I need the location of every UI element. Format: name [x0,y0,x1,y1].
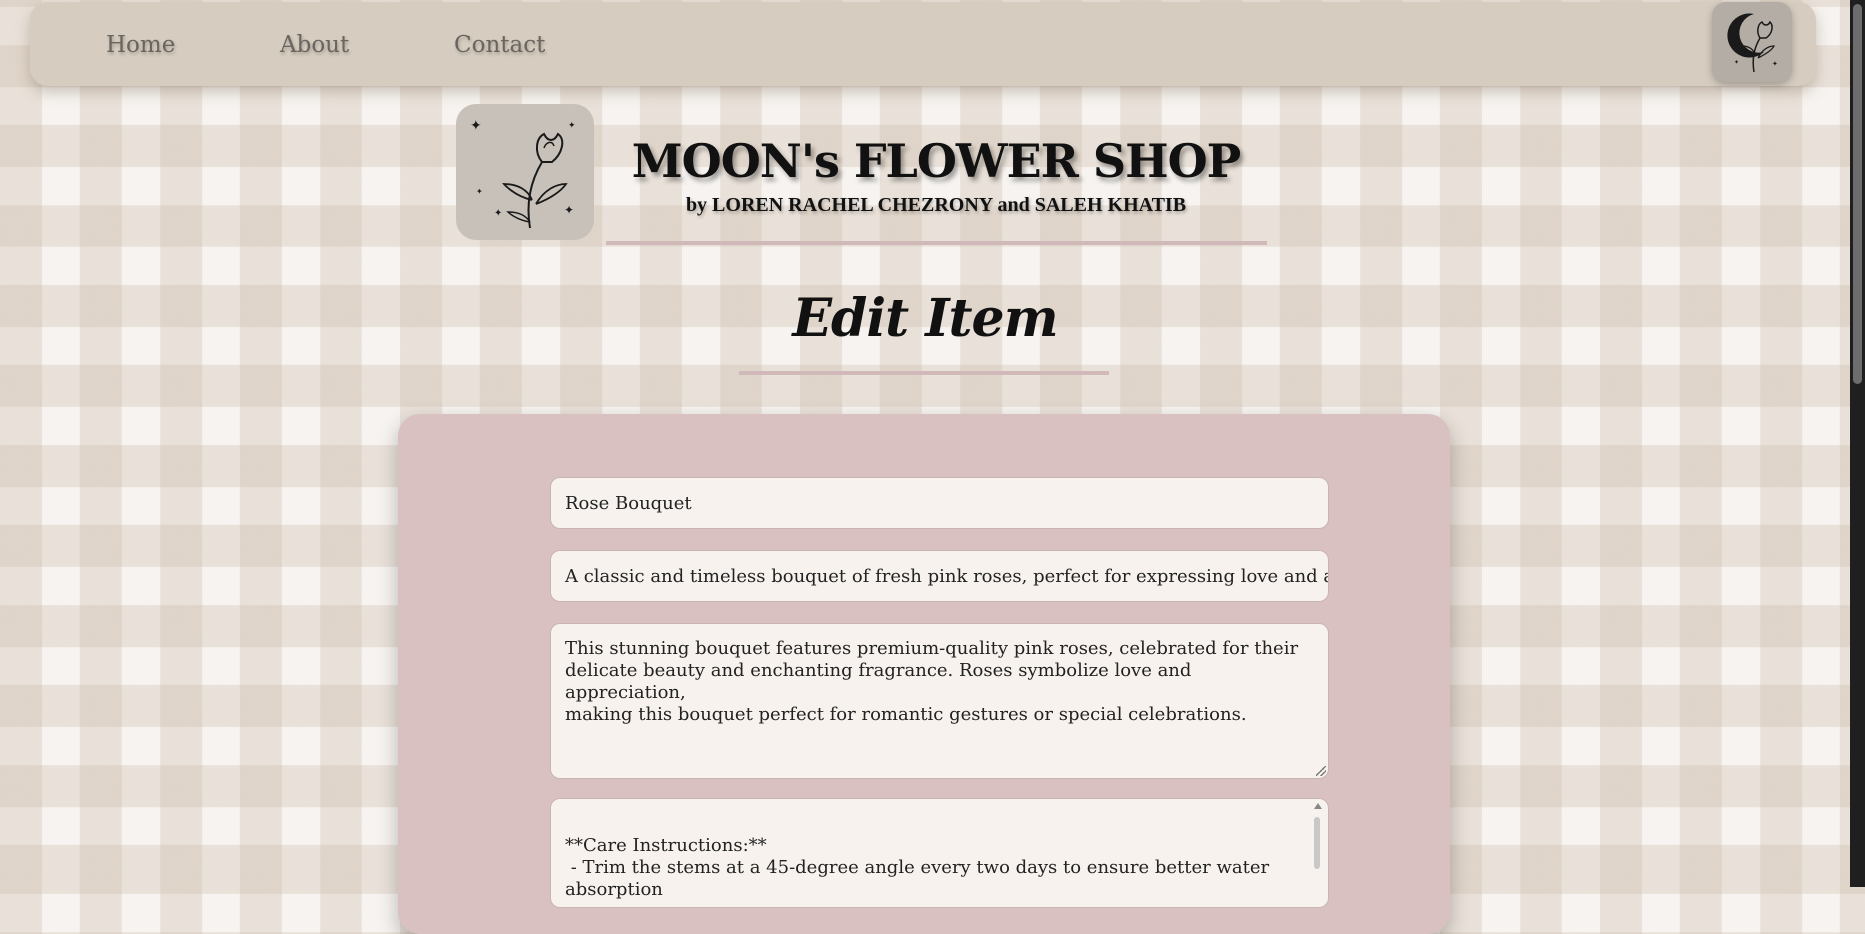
shop-subtitle: by LOREN RACHEL CHEZRONY and SALEH KHATI… [685,194,1187,216]
item-name-input[interactable]: Rose Bouquet [550,477,1329,529]
heading-divider [739,371,1109,375]
description-textarea[interactable]: This stunning bouquet features premium-q… [550,623,1329,779]
care-instructions-textarea[interactable]: **Care Instructions:** - Trim the stems … [550,798,1329,908]
window-scrollbar[interactable] [1850,0,1865,887]
description-line: delicate beauty and enchanting fragrance… [565,660,1192,703]
moon-flower-logo-icon[interactable]: ✦ ✦ ✦ [1712,2,1792,82]
description-line: This stunning bouquet features premium-q… [565,638,1299,659]
window-scrollbar-thumb[interactable] [1853,4,1862,384]
care-line: **Care Instructions:** [565,835,767,856]
nav-link-home[interactable]: Home [106,32,175,58]
svg-text:✦: ✦ [1772,60,1778,68]
svg-text:✦: ✦ [470,118,482,134]
moon-flower-hero-logo-icon: ✦ ✦ ✦ ✦ ✦ [456,104,594,240]
svg-text:✦: ✦ [1734,59,1739,66]
svg-text:✦: ✦ [564,203,574,217]
scroll-up-arrow-icon[interactable] [1314,803,1322,809]
top-navbar: Home About Contact [30,2,1816,86]
title-divider [606,241,1267,245]
care-line: - Trim the stems at a 45-degree angle ev… [565,857,1270,878]
nav-link-about[interactable]: About [280,32,349,58]
moon-flower-hero-graphic: ✦ ✦ ✦ ✦ ✦ [470,118,576,229]
care-line: absorption [565,879,663,900]
resize-handle-icon[interactable] [1316,766,1326,776]
shop-title: MOON's FLOWER SHOP [631,134,1241,188]
svg-text:✦: ✦ [568,121,576,131]
description-line: making this bouquet perfect for romantic… [565,704,1247,725]
svg-text:✦: ✦ [494,208,502,219]
svg-text:✦: ✦ [1732,17,1739,26]
scroll-thumb[interactable] [1314,817,1320,869]
nav-link-contact[interactable]: Contact [454,32,545,58]
svg-text:✦: ✦ [476,187,483,196]
moon-flower-logo-graphic: ✦ ✦ ✦ [1727,13,1778,73]
short-description-input[interactable]: A classic and timeless bouquet of fresh … [550,550,1329,602]
textarea-scrollbar[interactable] [1312,803,1324,907]
page-title: Edit Item [792,288,1058,349]
